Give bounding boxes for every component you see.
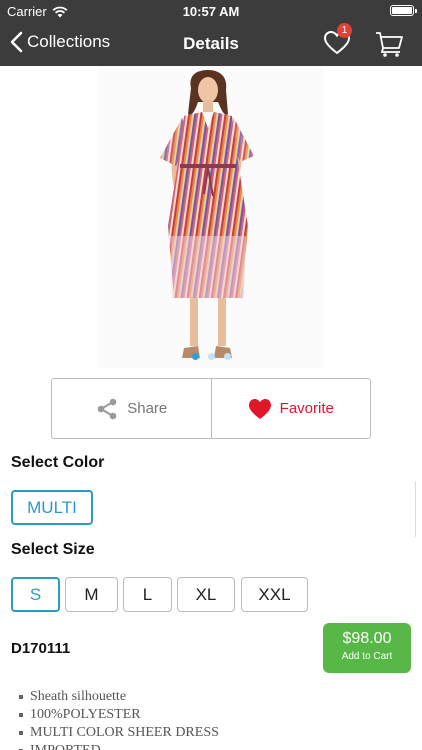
favorite-button[interactable]: Favorite [212, 379, 371, 438]
status-bar: Carrier 10:57 AM [0, 0, 422, 22]
list-item: IMPORTED [19, 742, 399, 750]
size-option-l[interactable]: L [123, 577, 172, 612]
feature-list: Sheath silhouette 100%POLYESTER MULTI CO… [19, 688, 399, 750]
size-option-s[interactable]: S [11, 577, 60, 612]
page-title: Details [183, 34, 239, 53]
color-option-multi[interactable]: MULTI [11, 490, 93, 525]
add-to-cart-button[interactable]: $98.00 Add to Cart [323, 623, 411, 673]
heart-filled-icon [248, 398, 271, 419]
size-option-xl[interactable]: XL [177, 577, 235, 612]
product-image[interactable] [98, 66, 324, 368]
battery-icon [390, 5, 417, 16]
size-option-m[interactable]: M [65, 577, 118, 612]
carousel-dot[interactable] [191, 353, 199, 360]
favorites-count-badge: 1 [337, 23, 352, 38]
share-icon [97, 398, 117, 419]
list-item: MULTI COLOR SHEER DRESS [19, 724, 399, 742]
top-bar: Carrier 10:57 AM Collections Details 1 [0, 0, 422, 66]
add-to-cart-label: Add to Cart [341, 651, 393, 662]
list-item: Sheath silhouette [19, 688, 399, 706]
list-item: 100%POLYESTER [19, 706, 399, 724]
favorite-label: Favorite [279, 400, 334, 417]
carousel-page-indicator[interactable] [0, 353, 422, 360]
carousel-dot[interactable] [207, 353, 215, 360]
share-favorite-bar: Share Favorite [51, 378, 371, 439]
divider [415, 481, 416, 537]
share-button[interactable]: Share [52, 379, 212, 438]
price-label: $98.00 [342, 630, 392, 647]
size-option-xxl[interactable]: XXL [241, 577, 308, 612]
clock: 10:57 AM [182, 4, 240, 19]
select-color-label: Select Color [11, 454, 105, 471]
carousel-dot[interactable] [223, 353, 231, 360]
navigation-bar: Collections Details 1 [0, 22, 422, 66]
share-label: Share [127, 400, 168, 417]
product-sku: D170111 [11, 640, 71, 657]
dress-model-illustration [160, 70, 254, 358]
select-size-label: Select Size [11, 541, 95, 558]
cart-icon[interactable] [374, 30, 404, 58]
